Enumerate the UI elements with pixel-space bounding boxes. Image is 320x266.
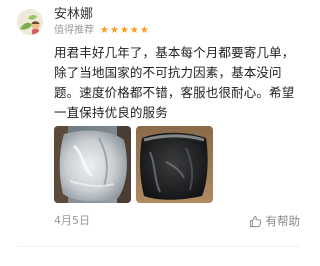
package-photo-dark <box>136 126 213 203</box>
rating-row: 值得推荐 ★ ★ ★ ★ ★ <box>54 25 150 37</box>
star-icon: ★ <box>109 25 119 36</box>
review-line: 用君丰好几年了，基本每个月都要寄几单， <box>54 45 295 60</box>
reviewer-name: 安林娜 <box>54 7 94 22</box>
package-photo-light <box>54 126 131 203</box>
star-icon: ★ <box>119 25 129 36</box>
review-photo-1[interactable] <box>54 126 131 203</box>
avatar-illustration <box>17 9 43 35</box>
review-line: 题。速度价格都不错，客服也很耐心。希望 <box>54 85 295 100</box>
review-photo-2[interactable] <box>136 126 213 203</box>
divider <box>17 246 300 247</box>
helpful-button[interactable]: 有帮助 <box>249 212 301 230</box>
avatar[interactable] <box>17 9 43 35</box>
review-line: 除了当地国家的不可抗力因素，基本没问 <box>54 65 282 80</box>
helpful-label: 有帮助 <box>265 214 301 228</box>
recommend-label: 值得推荐 <box>54 25 94 36</box>
review-date: 4月5日 <box>54 214 90 227</box>
star-icon: ★ <box>139 25 149 36</box>
star-icon: ★ <box>129 25 139 36</box>
review-card: 安林娜 值得推荐 ★ ★ ★ ★ ★ 用君丰好几年了，基本每个月都要寄几单， 除了当地国… <box>0 0 315 266</box>
thumbs-up-icon <box>249 215 261 227</box>
review-text: 用君丰好几年了，基本每个月都要寄几单， 除了当地国家的不可抗力因素，基本没问 题… <box>54 43 306 123</box>
star-rating: ★ ★ ★ ★ ★ <box>100 25 150 37</box>
review-line: 一直保持优良的服务 <box>54 105 168 120</box>
star-icon: ★ <box>100 25 109 36</box>
